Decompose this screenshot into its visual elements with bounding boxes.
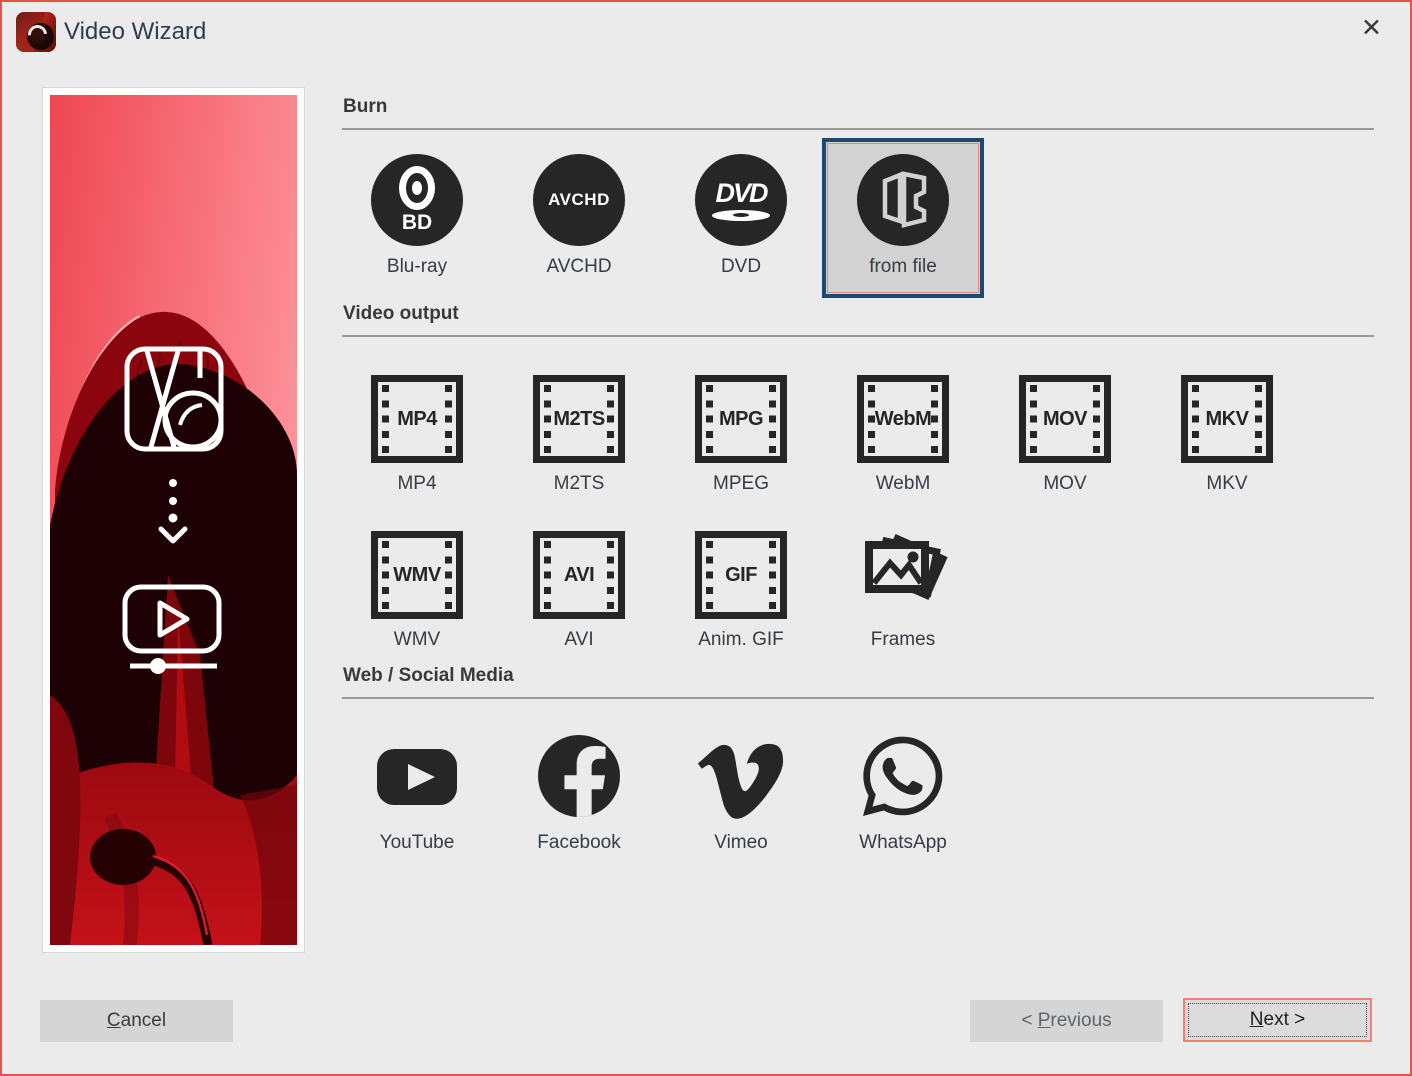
video-item-webm[interactable]: WebM WebM [822, 359, 984, 495]
item-label: Facebook [537, 832, 620, 854]
previous-button[interactable]: < Previous [970, 1000, 1163, 1042]
app-logo-icon [16, 12, 56, 52]
close-icon[interactable]: ✕ [1361, 16, 1382, 41]
divider [342, 128, 1374, 130]
wizard-preview-panel [42, 87, 305, 953]
social-row: YouTube Facebook Vimeo WhatsApp [336, 714, 984, 854]
item-label: from file [869, 256, 937, 278]
section-heading-social: Web / Social Media [343, 665, 514, 687]
item-label: DVD [721, 256, 761, 278]
video-item-mpeg[interactable]: MPG MPEG [660, 359, 822, 495]
youtube-icon [371, 730, 463, 822]
whatsapp-icon [857, 730, 949, 822]
preview-photo [50, 95, 297, 945]
divider [342, 697, 1374, 699]
video-item-wmv[interactable]: WMV WMV [336, 515, 498, 651]
cancel-button[interactable]: Cancel [40, 1000, 233, 1042]
item-label: MP4 [397, 473, 436, 495]
social-item-facebook[interactable]: Facebook [498, 714, 660, 854]
video-wizard-window: Video Wizard ✕ [0, 0, 1412, 1076]
social-item-whatsapp[interactable]: WhatsApp [822, 714, 984, 854]
video-output-row-1: MP4 MP4 M2TS M2TS MPG MPEG WebM WebM MOV… [336, 359, 1308, 495]
item-label: WebM [876, 473, 931, 495]
film-strip-icon: AVI [533, 531, 625, 619]
burn-row: BD Blu-ray AVCHD AVCHD DVD DVD [336, 138, 984, 298]
film-strip-icon: GIF [695, 531, 787, 619]
facebook-icon [533, 730, 625, 822]
item-label: YouTube [380, 832, 455, 854]
film-strip-icon: MOV [1019, 375, 1111, 463]
bluray-disc-icon: BD [371, 154, 463, 246]
film-strip-icon: MP4 [371, 375, 463, 463]
section-heading-burn: Burn [343, 96, 387, 118]
video-item-avi[interactable]: AVI AVI [498, 515, 660, 651]
video-item-mkv[interactable]: MKV MKV [1146, 359, 1308, 495]
item-label: Vimeo [714, 832, 768, 854]
item-label: Anim. GIF [698, 629, 784, 651]
item-label: AVI [564, 629, 593, 651]
dvd-disc-icon: DVD [695, 154, 787, 246]
window-title: Video Wizard [64, 18, 206, 46]
item-label: MKV [1206, 473, 1247, 495]
video-output-row-2: WMV WMV AVI AVI GIF Anim. GIF Frames [336, 515, 984, 651]
next-button[interactable]: Next > [1183, 998, 1372, 1042]
film-strip-icon: MPG [695, 375, 787, 463]
item-label: MOV [1043, 473, 1086, 495]
film-strip-icon: M2TS [533, 375, 625, 463]
vimeo-icon [695, 730, 787, 822]
film-strip-icon: WMV [371, 531, 463, 619]
social-item-vimeo[interactable]: Vimeo [660, 714, 822, 854]
video-item-mov[interactable]: MOV MOV [984, 359, 1146, 495]
video-item-mp4[interactable]: MP4 MP4 [336, 359, 498, 495]
item-label: WhatsApp [859, 832, 947, 854]
divider [342, 335, 1374, 337]
burn-item-dvd[interactable]: DVD DVD [660, 138, 822, 298]
burn-item-blu-ray[interactable]: BD Blu-ray [336, 138, 498, 298]
item-label: MPEG [713, 473, 769, 495]
video-item-m2ts[interactable]: M2TS M2TS [498, 359, 660, 495]
frames-stack-icon [857, 531, 949, 619]
item-label: AVCHD [546, 256, 611, 278]
item-label: M2TS [554, 473, 605, 495]
item-label: Blu-ray [387, 256, 447, 278]
film-strip-icon: MKV [1181, 375, 1273, 463]
disc-image-from-file-icon [857, 154, 949, 246]
item-label: WMV [394, 629, 440, 651]
burn-item-from-file[interactable]: from file [822, 138, 984, 298]
item-label: Frames [871, 629, 935, 651]
video-item-anim-gif[interactable]: GIF Anim. GIF [660, 515, 822, 651]
avchd-disc-icon: AVCHD [533, 154, 625, 246]
video-item-frames[interactable]: Frames [822, 515, 984, 651]
burn-item-avchd[interactable]: AVCHD AVCHD [498, 138, 660, 298]
social-item-youtube[interactable]: YouTube [336, 714, 498, 854]
film-strip-icon: WebM [857, 375, 949, 463]
section-heading-video-output: Video output [343, 303, 459, 325]
